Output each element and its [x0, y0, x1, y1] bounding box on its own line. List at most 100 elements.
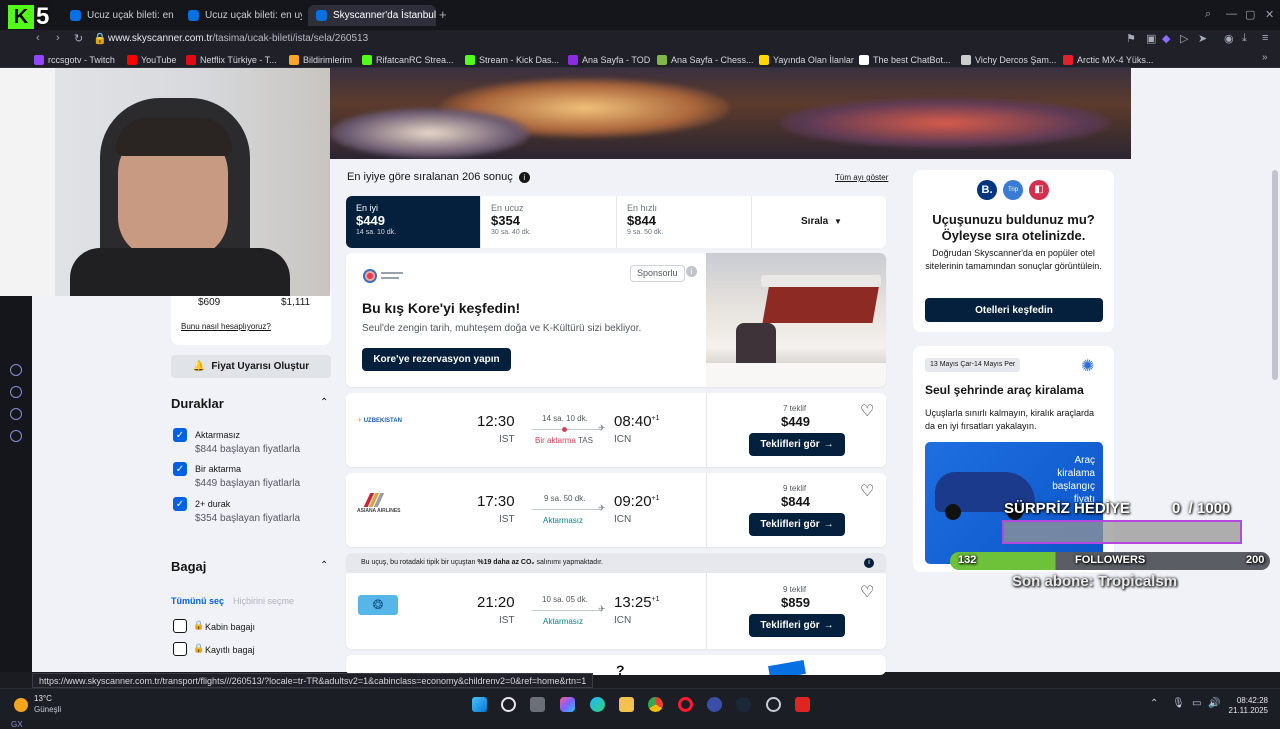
bookmark-label: Yayında Olan İlanlar: [773, 54, 854, 65]
tray-chevron-icon[interactable]: ⌃: [1150, 698, 1158, 709]
browser-tab[interactable]: Ucuz uçak bileti: en uygu: [62, 5, 174, 26]
ad-cta-button[interactable]: Kore'ye rezervasyon yapın: [362, 348, 511, 371]
search-icon[interactable]: [501, 697, 516, 712]
gx-icon[interactable]: GX: [11, 720, 23, 729]
select-all-link[interactable]: Tümünü seç: [171, 596, 224, 606]
task-view-icon[interactable]: [530, 697, 545, 712]
maximize-icon[interactable]: ▢: [1245, 8, 1255, 21]
browser-tab[interactable]: Ucuz uçak bileti: en uygu: [180, 5, 302, 26]
bookmark-icon[interactable]: ⚑: [1126, 32, 1136, 45]
screenshot-icon[interactable]: ▣: [1146, 32, 1156, 45]
flight-result-card[interactable]: ✈ UZBEKISTAN 12:30 IST 14 sa. 10 dk. ✈ B…: [346, 393, 886, 467]
checkbox-checked[interactable]: ✓: [173, 428, 187, 442]
bookmark-item[interactable]: RifatcanRC Strea...: [362, 53, 454, 66]
next-card-partial: ?: [346, 655, 886, 675]
chrome-icon[interactable]: [648, 697, 663, 712]
info-icon[interactable]: i: [686, 266, 697, 277]
profile-icon[interactable]: ◉: [1224, 32, 1234, 45]
edge-icon[interactable]: [590, 697, 605, 712]
steam-icon[interactable]: [736, 697, 751, 712]
settings-sidebar-icon[interactable]: [10, 430, 22, 442]
info-icon[interactable]: i: [518, 172, 530, 183]
copilot-icon[interactable]: [560, 697, 575, 712]
history-sidebar-icon[interactable]: [10, 386, 22, 398]
offer-count: 9 teklif: [783, 585, 807, 594]
heart-icon[interactable]: ♡: [860, 401, 874, 421]
more-bookmarks-icon[interactable]: »: [1262, 52, 1268, 63]
chevron-up-icon[interactable]: ⌃: [320, 560, 328, 571]
bookmark-item[interactable]: Ana Sayfa - TOD: [568, 53, 650, 66]
bookmark-item[interactable]: Stream - Kick Das...: [465, 53, 559, 66]
scrollbar-thumb[interactable]: [1272, 170, 1278, 380]
asiana-logo: [363, 493, 385, 507]
view-offers-button[interactable]: Teklifleri gör →: [749, 513, 845, 536]
view-offers-button[interactable]: Teklifleri gör →: [749, 614, 845, 637]
windows-start-icon[interactable]: [472, 697, 487, 712]
bookmark-item[interactable]: Vichy Dercos Şam...: [961, 53, 1056, 66]
bookmark-item[interactable]: Arctic MX-4 Yüks...: [1063, 53, 1153, 66]
opera-gx-icon[interactable]: [678, 697, 693, 712]
microphone-icon[interactable]: 🎙: [1172, 698, 1185, 709]
vpn-icon[interactable]: ◆: [1162, 32, 1170, 45]
checkbox-checked[interactable]: ✓: [173, 497, 187, 511]
eco-text: Bu uçuş, bu rotadaki tipik bir uçuştan %…: [361, 559, 603, 566]
checkbox-checked[interactable]: ✓: [173, 462, 187, 476]
player-icon[interactable]: ▷: [1180, 32, 1188, 45]
close-icon[interactable]: ✕: [1265, 8, 1274, 21]
eco-text-pre: Bu uçuş, bu rotadaki tipik bir uçuştan: [361, 559, 478, 566]
how-calculated-link[interactable]: Bunu nasıl hesaplıyoruz?: [181, 322, 271, 331]
heart-icon[interactable]: ♡: [860, 481, 874, 501]
flight-price: $859: [781, 595, 810, 610]
gift-goal-label: SÜRPRİZ HEDİYE: [1004, 500, 1130, 517]
stop-label: 2+ durak: [195, 499, 231, 509]
new-tab-plus-icon[interactable]: +: [439, 7, 447, 22]
flight-result-card[interactable]: ASIANA AIRLINES 17:30 IST 9 sa. 50 dk. ✈…: [346, 473, 886, 547]
bookmark-item[interactable]: rccsgotv - Twitch: [34, 53, 115, 66]
heart-icon[interactable]: ♡: [860, 582, 874, 602]
bookmark-item[interactable]: Bildirimlerim: [289, 53, 352, 66]
explore-hotels-button[interactable]: Otelleri keşfedin: [925, 298, 1103, 322]
sponsored-badge: Sponsorlu: [630, 265, 685, 282]
volume-icon[interactable]: 🔊: [1208, 698, 1220, 709]
eco-text-bold: %19 daha az CO₂: [477, 559, 535, 566]
price-alert-button[interactable]: 🔔 Fiyat Uyarısı Oluştur: [171, 355, 331, 378]
bookmark-item[interactable]: Yayında Olan İlanlar: [759, 53, 854, 66]
chevron-up-icon[interactable]: ⌃: [320, 397, 328, 408]
bookmark-item[interactable]: The best ChatBot...: [859, 53, 951, 66]
forward-icon[interactable]: ›: [56, 32, 60, 44]
info-icon[interactable]: i: [864, 558, 874, 568]
checkbox-unchecked[interactable]: [173, 619, 187, 633]
url-field[interactable]: www.skyscanner.com.tr/tasima/ucak-bileti…: [108, 33, 368, 44]
checkbox-unchecked[interactable]: [173, 642, 187, 656]
player-sidebar-icon[interactable]: [10, 364, 22, 376]
flight-result-card[interactable]: Bu uçuş, bu rotadaki tipik bir uçuştan %…: [346, 553, 886, 649]
file-explorer-icon[interactable]: [619, 697, 634, 712]
send-icon[interactable]: ➤: [1198, 32, 1207, 45]
show-all-month-link[interactable]: Tüm ayı göster: [835, 173, 888, 182]
display-icon[interactable]: ▭: [1192, 698, 1201, 709]
bookmark-item[interactable]: Netflix Türkiye - T...: [186, 53, 277, 66]
minimize-icon[interactable]: —: [1226, 8, 1237, 20]
app-red-icon[interactable]: [795, 697, 810, 712]
obs-icon[interactable]: [707, 697, 722, 712]
back-icon[interactable]: ‹: [36, 32, 40, 44]
tab-label: En ucuz: [491, 203, 524, 213]
extensions-sidebar-icon[interactable]: [10, 408, 22, 420]
download-icon[interactable]: ⤓: [1242, 32, 1247, 45]
tab-best[interactable]: En iyi $449 14 sa. 10 dk.: [346, 196, 481, 248]
airline-name: UZBEKISTAN: [363, 418, 402, 424]
view-offers-button[interactable]: Teklifleri gör →: [749, 433, 845, 456]
search-icon[interactable]: ⌕: [1205, 8, 1211, 21]
tab-cheapest[interactable]: En ucuz $354 30 sa. 40 dk.: [481, 196, 617, 248]
bookmark-item[interactable]: Ana Sayfa - Chess...: [657, 53, 754, 66]
agoda-logo-icon: ◧: [1029, 180, 1049, 200]
browser-tab-active[interactable]: Skyscanner'da İstanbul-S: [308, 5, 436, 26]
eco-banner: Bu uçuş, bu rotadaki tipik bir uçuştan %…: [346, 553, 886, 573]
bookmark-item[interactable]: YouTube: [127, 53, 176, 66]
reload-icon[interactable]: ↻: [74, 32, 83, 45]
select-none-link[interactable]: Hiçbirini seçme: [233, 596, 294, 606]
tab-fastest[interactable]: En hızlı $844 9 sa. 50 dk.: [617, 196, 752, 248]
settings-icon[interactable]: [766, 697, 781, 712]
sort-dropdown[interactable]: Sırala ▼: [801, 216, 842, 227]
menu-icon[interactable]: ≡: [1262, 32, 1268, 44]
